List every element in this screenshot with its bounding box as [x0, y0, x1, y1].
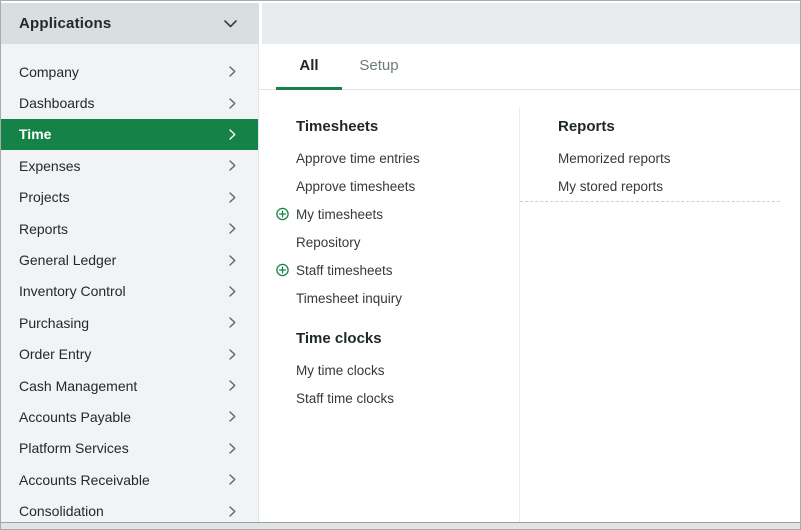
chevron-right-icon: [229, 349, 236, 360]
applications-menu-label: Applications: [19, 15, 111, 32]
sidebar-item-label: Time: [19, 126, 51, 142]
sidebar-item-label: Purchasing: [19, 315, 89, 331]
timesheets-section: Timesheets Approve time entries: [296, 116, 519, 312]
menu-columns: Timesheets Approve time entries: [259, 90, 800, 523]
tab[interactable]: All: [276, 44, 342, 90]
sidebar-item[interactable]: Platform Services: [1, 433, 258, 464]
section-divider-dashed: [520, 201, 780, 202]
menu-link-label: My time clocks: [296, 363, 385, 378]
sidebar-item[interactable]: Consolidation: [1, 495, 258, 523]
applications-menu-header[interactable]: Applications: [1, 3, 259, 44]
chevron-right-icon: [229, 98, 236, 109]
sidebar-item-label: Order Entry: [19, 346, 91, 362]
chevron-right-icon: [229, 286, 236, 297]
sidebar-item-label: Company: [19, 64, 79, 80]
menu-link-label: Timesheet inquiry: [296, 291, 402, 306]
chevron-right-icon: [229, 474, 236, 485]
tab-label: Setup: [359, 57, 398, 74]
reports-links: Memorized reports My stored reports: [558, 144, 800, 200]
chevron-right-icon: [229, 317, 236, 328]
sidebar-item[interactable]: Dashboards: [1, 87, 258, 118]
sidebar-item-label: Accounts Payable: [19, 409, 131, 425]
sidebar-item[interactable]: General Ledger: [1, 244, 258, 275]
menu-link[interactable]: Timesheet inquiry: [296, 284, 519, 312]
sidebar-item[interactable]: Inventory Control: [1, 276, 258, 307]
menu-link[interactable]: Approve time entries: [296, 144, 519, 172]
sidebar-item[interactable]: Company: [1, 56, 258, 87]
chevron-right-icon: [229, 129, 236, 140]
sidebar-item[interactable]: Time: [1, 119, 258, 150]
chevron-right-icon: [229, 380, 236, 391]
app-window: Applications Company Dashboards Time: [0, 0, 801, 530]
sidebar-item-label: Platform Services: [19, 440, 129, 456]
menu-link-label: Approve timesheets: [296, 179, 415, 194]
window-bottom-edge: [1, 522, 800, 529]
chevron-right-icon: [229, 411, 236, 422]
menu-link-label: My timesheets: [296, 207, 383, 222]
chevron-down-icon: [224, 20, 237, 28]
time-module-panel: All Setup Timesheets: [259, 44, 800, 523]
time-clocks-links: My time clocks Staff time clocks: [296, 356, 519, 412]
menu-link-label: Memorized reports: [558, 151, 671, 166]
column-divider: [519, 107, 520, 523]
sidebar-item[interactable]: Order Entry: [1, 339, 258, 370]
sidebar-item[interactable]: Accounts Receivable: [1, 464, 258, 495]
sidebar-item[interactable]: Purchasing: [1, 307, 258, 338]
tab-bar: All Setup: [259, 44, 800, 90]
sidebar-item[interactable]: Cash Management: [1, 370, 258, 401]
top-bar: [262, 3, 800, 44]
menu-link[interactable]: Staff time clocks: [296, 384, 519, 412]
menu-link-label: Repository: [296, 235, 361, 250]
left-menu-column: Timesheets Approve time entries: [259, 90, 519, 523]
menu-link-label: Approve time entries: [296, 151, 420, 166]
sidebar-item[interactable]: Projects: [1, 182, 258, 213]
sidebar-item[interactable]: Accounts Payable: [1, 401, 258, 432]
menu-link-label: Staff timesheets: [296, 263, 393, 278]
applications-sidebar: Company Dashboards Time Expenses: [1, 44, 259, 523]
menu-link[interactable]: Approve timesheets: [296, 172, 519, 200]
menu-link[interactable]: Repository: [296, 228, 519, 256]
chevron-right-icon: [229, 255, 236, 266]
menu-link[interactable]: My timesheets: [296, 200, 519, 228]
time-clocks-section: Time clocks My time clocks: [296, 328, 519, 412]
menu-link[interactable]: My stored reports: [558, 172, 800, 200]
tab-label: All: [299, 57, 318, 74]
sidebar-item-label: Inventory Control: [19, 283, 126, 299]
sidebar-item-label: Projects: [19, 189, 70, 205]
sidebar-item-label: Consolidation: [19, 503, 104, 519]
plus-circle-icon: [276, 264, 289, 277]
sidebar-item-label: Reports: [19, 221, 68, 237]
timesheets-links: Approve time entries Approve timesheets: [296, 144, 519, 312]
reports-section: Reports Memorized reports: [558, 116, 800, 202]
right-menu-column: Reports Memorized reports: [519, 90, 800, 523]
section-title-reports: Reports: [558, 116, 800, 138]
chevron-right-icon: [229, 160, 236, 171]
chevron-right-icon: [229, 443, 236, 454]
sidebar-item-label: Expenses: [19, 158, 80, 174]
menu-link[interactable]: Memorized reports: [558, 144, 800, 172]
sidebar-item-label: Cash Management: [19, 378, 137, 394]
chevron-right-icon: [229, 66, 236, 77]
sidebar-item-label: Dashboards: [19, 95, 95, 111]
tab[interactable]: Setup: [346, 44, 412, 90]
plus-circle-icon: [276, 208, 289, 221]
menu-link[interactable]: My time clocks: [296, 356, 519, 384]
section-title-timesheets: Timesheets: [296, 116, 519, 138]
chevron-right-icon: [229, 223, 236, 234]
sidebar-item[interactable]: Reports: [1, 213, 258, 244]
menu-link[interactable]: Staff timesheets: [296, 256, 519, 284]
sidebar-item-label: General Ledger: [19, 252, 116, 268]
sidebar-item[interactable]: Expenses: [1, 150, 258, 181]
chevron-right-icon: [229, 506, 236, 517]
chevron-right-icon: [229, 192, 236, 203]
menu-link-label: My stored reports: [558, 179, 663, 194]
sidebar-item-label: Accounts Receivable: [19, 472, 150, 488]
menu-link-label: Staff time clocks: [296, 391, 394, 406]
section-title-time-clocks: Time clocks: [296, 328, 519, 350]
